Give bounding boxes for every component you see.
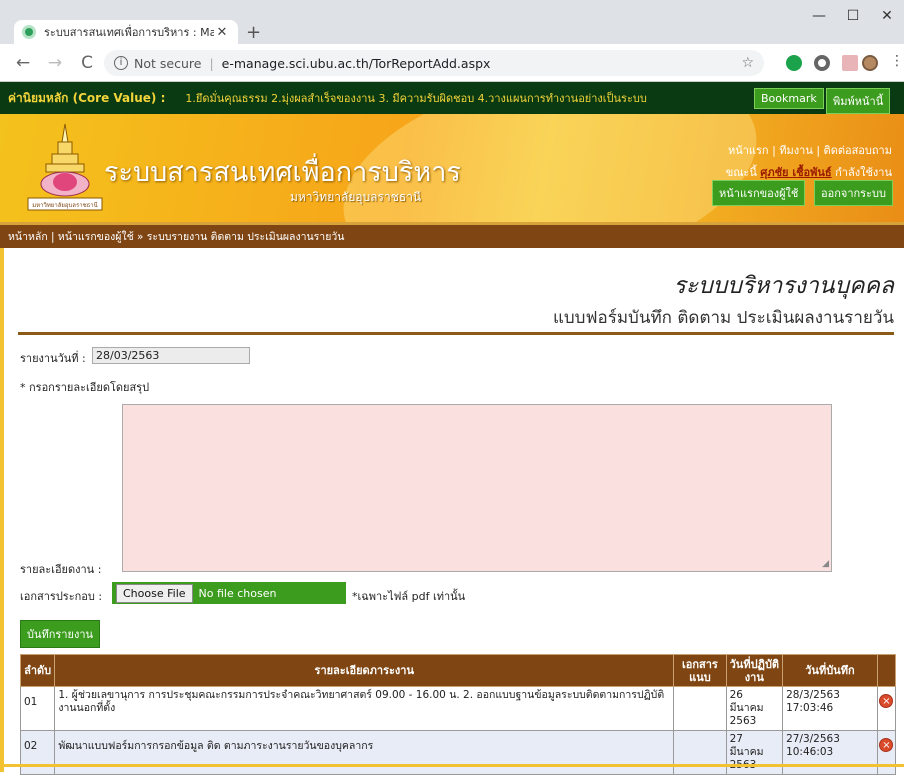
new-tab-button[interactable]: +	[246, 22, 261, 43]
row-action: ×	[876, 730, 897, 775]
back-button[interactable]: ←	[12, 53, 34, 73]
user-prefix: ขณะนี้	[725, 166, 761, 179]
bookmark-button[interactable]: Bookmark	[754, 88, 824, 109]
info-icon[interactable]: i	[114, 56, 128, 70]
row-record-date: 28/3/2563 17:03:46	[782, 686, 878, 731]
not-secure-label: Not secure	[134, 55, 202, 71]
delete-icon[interactable]: ×	[879, 738, 894, 752]
work-detail-label: รายละเอียดงาน :	[20, 563, 102, 576]
row-no: 02	[19, 730, 56, 775]
tab-title: ระบบสารสนเทศเพื่อการบริหาร : Mana	[44, 26, 214, 39]
url-separator: |	[209, 55, 214, 71]
profile-avatar[interactable]	[862, 55, 878, 71]
col-record-date-header: วันที่บันทึก	[782, 654, 878, 687]
browser-menu-icon[interactable]: ⋮	[890, 53, 904, 69]
core-value-text: 1.ยึดมั่นคุณธรรม 2.มุ่งผลสำเร็จของงาน 3.…	[185, 92, 647, 105]
footer-line	[0, 764, 904, 767]
print-button[interactable]: พิมพ์หน้านี้	[826, 88, 891, 114]
breadcrumb[interactable]: หน้าหลัก | หน้าแรกของผู้ใช้ » ระบบรายงาน…	[0, 222, 904, 248]
url-text[interactable]: e-manage.sci.ubu.ac.th/TorReportAdd.aspx	[222, 56, 491, 71]
report-table: ลำดับ รายละเอียดภาระงาน เอกสารแนบ วันที่…	[19, 654, 897, 775]
resize-grip-icon[interactable]: ◢	[822, 559, 829, 569]
minimize-button[interactable]: —	[804, 8, 834, 24]
table-header-row: ลำดับ รายละเอียดภาระงาน เอกสารแนบ วันที่…	[19, 654, 897, 687]
extension-gear-icon[interactable]	[814, 55, 830, 71]
col-attach-header: เอกสารแนบ	[673, 654, 727, 687]
forward-button[interactable]: →	[44, 53, 66, 73]
col-action-header	[876, 654, 897, 687]
top-links: หน้าแรก | ทีมงาน | ติดต่อสอบถาม ขณะนี้ ศ…	[726, 141, 892, 181]
main-content: ระบบบริหารงานบุคคล แบบฟอร์มบันทึก ติดตาม…	[0, 248, 904, 775]
user-home-button[interactable]: หน้าแรกของผู้ใช้	[712, 180, 806, 206]
reload-button[interactable]: C	[76, 53, 98, 73]
maximize-button[interactable]: ☐	[838, 8, 868, 24]
heading-divider	[18, 332, 894, 335]
logout-button[interactable]: ออกจากระบบ	[814, 180, 893, 206]
tab-close-icon[interactable]: ✕	[214, 25, 230, 40]
favicon-icon	[22, 25, 36, 39]
user-name-link[interactable]: ศุภชัย เชื้อพันธ์	[760, 166, 831, 179]
summary-hint: * กรอกรายละเอียดโดยสรุป	[20, 381, 150, 394]
row-no: 01	[19, 686, 56, 731]
work-detail-textarea[interactable]: ◢	[122, 404, 832, 572]
address-bar-row: ← → C i Not secure | e-manage.sci.ubu.ac…	[0, 44, 904, 82]
col-no-header: ลำดับ	[19, 654, 56, 687]
form-title: แบบฟอร์มบันทึก ติดตาม ประเมินผลงานรายวัน	[552, 308, 894, 328]
row-attachment	[673, 730, 727, 775]
delete-icon[interactable]: ×	[879, 694, 894, 708]
university-name: มหาวิทยาลัยอุบลราชธานี	[290, 190, 422, 204]
close-window-button[interactable]: ✕	[872, 8, 902, 24]
system-title: ระบบสารสนเทศเพื่อการบริหาร	[104, 157, 461, 188]
row-detail: พัฒนาแบบฟอร์มการกรอกข้อมูล ติด ตามภาระงา…	[54, 730, 675, 775]
nav-links[interactable]: หน้าแรก | ทีมงาน | ติดต่อสอบถาม	[726, 141, 892, 159]
extension-pdf-icon[interactable]	[842, 55, 858, 71]
browser-tabstrip: ระบบสารสนเทศเพื่อการบริหาร : Mana ✕ + — …	[0, 0, 904, 44]
row-record-date: 27/3/2563 10:46:03	[782, 730, 878, 775]
row-action: ×	[876, 686, 897, 731]
save-report-button[interactable]: บันทึกรายงาน	[20, 620, 101, 648]
core-value-bar: ค่านิยมหลัก (Core Value) : 1.ยึดมั่นคุณธ…	[0, 82, 904, 114]
extension-green-icon[interactable]	[786, 55, 802, 71]
browser-tab[interactable]: ระบบสารสนเทศเพื่อการบริหาร : Mana ✕	[14, 20, 238, 44]
report-date-field[interactable]: 28/03/2563	[92, 347, 250, 364]
table-row: 02 พัฒนาแบบฟอร์มการกรอกข้อมูล ติด ตามภาร…	[19, 730, 897, 775]
choose-file-button[interactable]: Choose File	[116, 583, 193, 603]
file-status: No file chosen	[198, 586, 277, 600]
user-suffix: กำลังใช้งาน	[831, 166, 892, 179]
university-logo: มหาวิทยาลัยอุบลราชธานี	[27, 123, 103, 211]
page-heading: ระบบบริหารงานบุคคล	[673, 273, 894, 299]
pdf-only-note: *เฉพาะไฟล์ pdf เท่านั้น	[352, 590, 466, 603]
row-detail: 1. ผู้ช่วยเลขานุการ การประชุมคณะกรรมการป…	[54, 686, 675, 731]
logo-text: มหาวิทยาลัยอุบลราชธานี	[32, 201, 98, 209]
attachment-label: เอกสารประกอบ :	[20, 590, 103, 603]
report-date-label: รายงานวันที่ :	[20, 352, 86, 365]
col-work-date-header: วันที่ปฏิบัติงาน	[725, 654, 784, 687]
header-banner: มหาวิทยาลัยอุบลราชธานี ระบบสารสนเทศเพื่อ…	[0, 114, 904, 222]
row-work-date: 27 มีนาคม 2563	[725, 730, 784, 775]
table-row: 01 1. ผู้ช่วยเลขานุการ การประชุมคณะกรรมก…	[19, 686, 897, 731]
col-detail-header: รายละเอียดภาระงาน	[54, 654, 675, 687]
core-value-label: ค่านิยมหลัก (Core Value) :	[8, 90, 166, 105]
row-work-date: 26 มีนาคม 2563	[725, 686, 784, 731]
row-attachment	[673, 686, 727, 731]
url-bar[interactable]: i Not secure | e-manage.sci.ubu.ac.th/To…	[104, 50, 764, 76]
bookmark-star-icon[interactable]: ☆	[741, 55, 754, 71]
file-input[interactable]: Choose File No file chosen	[112, 582, 346, 604]
